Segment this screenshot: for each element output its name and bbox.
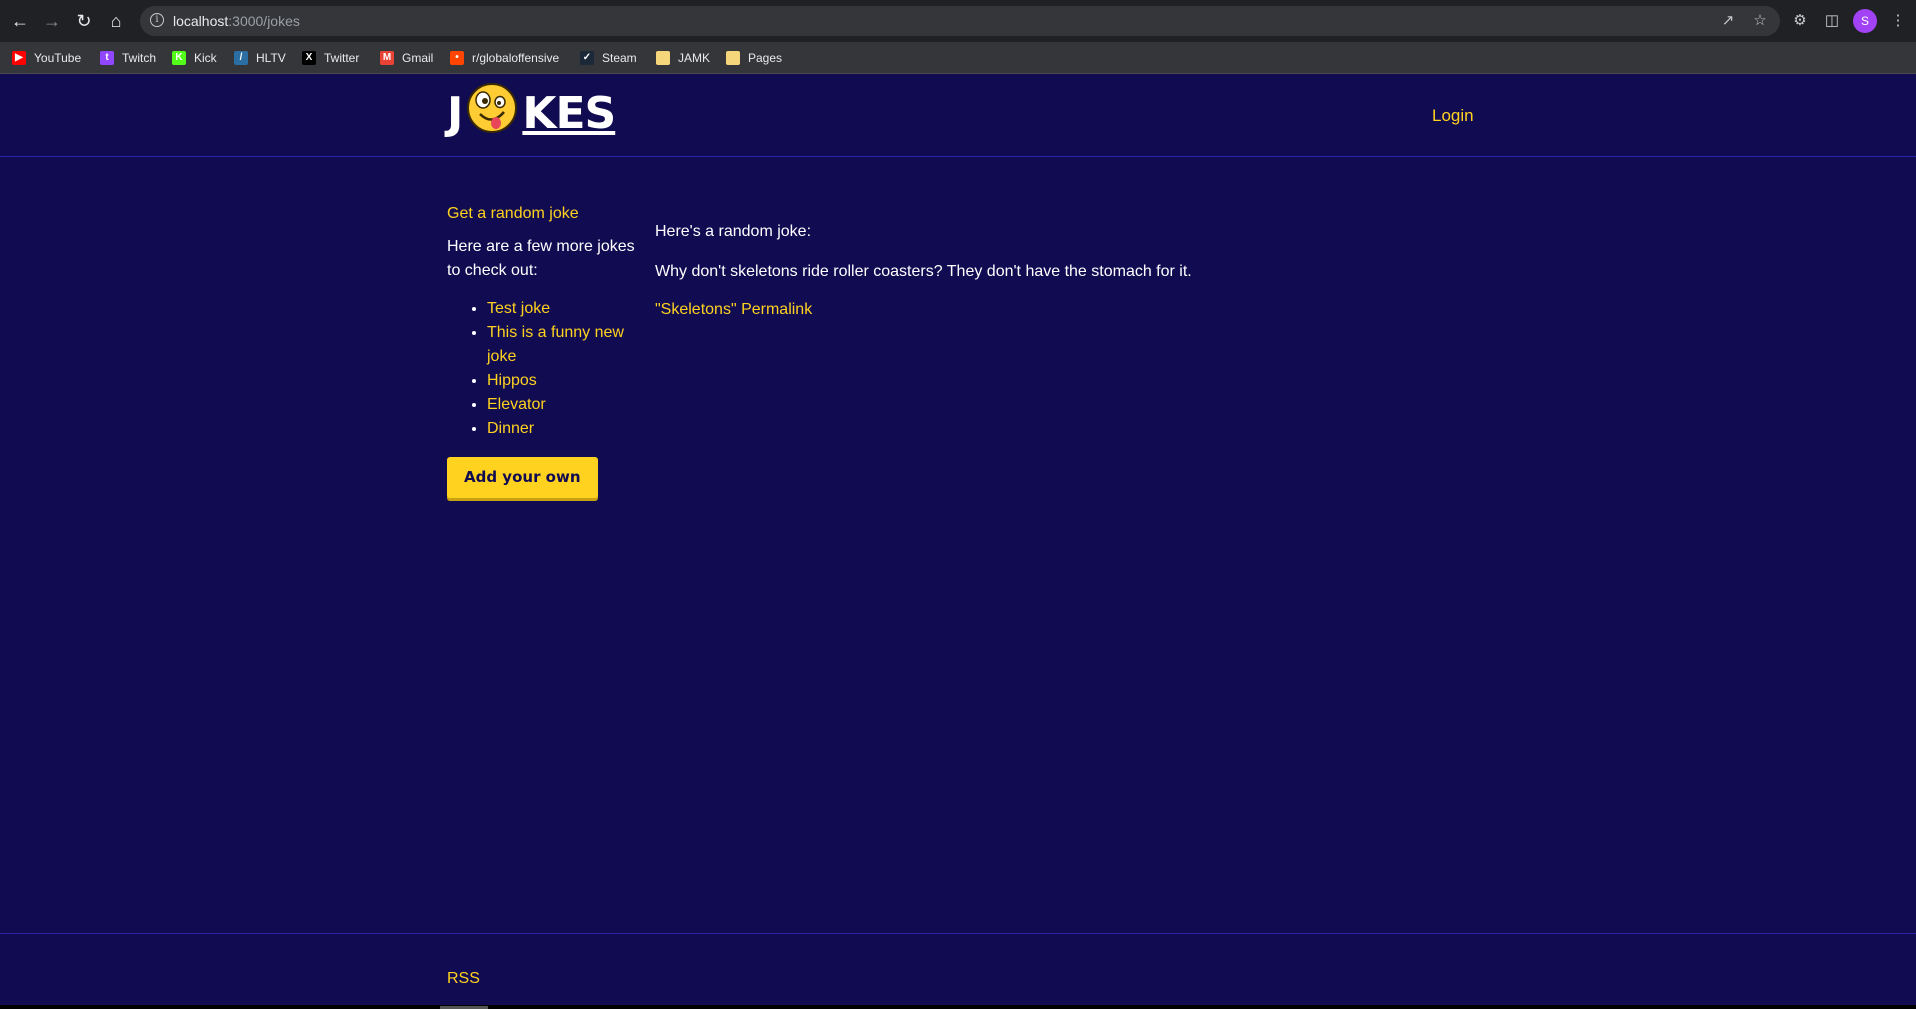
list-item: Hippos — [487, 369, 637, 393]
zany-face-icon — [466, 82, 518, 145]
joke-link[interactable]: Dinner — [487, 420, 534, 437]
bookmark-item[interactable]: K Kick — [172, 49, 217, 67]
bookmark-label: YouTube — [34, 51, 82, 65]
bookmark-item[interactable]: JAMK — [656, 49, 710, 67]
bookmark-item[interactable]: ▶ YouTube — [12, 49, 81, 67]
profile-avatar[interactable]: S — [1853, 9, 1877, 33]
list-item: This is a funny new joke — [487, 321, 637, 369]
bookmark-item[interactable]: t Twitch — [100, 49, 156, 67]
joke-link[interactable]: This is a funny new joke — [487, 324, 624, 365]
joke-link[interactable]: Test joke — [487, 300, 550, 317]
list-item: Elevator — [487, 393, 637, 417]
browser-toolbar: ← → ↻ ⌂ i localhost:3000/jokes ↗ ☆ ⚙ ◫ S… — [0, 0, 1916, 42]
site-info-icon[interactable]: i — [150, 13, 164, 27]
logo-letter-j: J — [447, 87, 463, 139]
joke-link[interactable]: Elevator — [487, 396, 546, 413]
sidebar-intro: Here are a few more jokes to check out: — [447, 238, 635, 279]
joke-permalink[interactable]: "Skeletons" Permalink — [655, 301, 812, 318]
back-arrow-icon[interactable]: ← — [8, 9, 32, 33]
bookmark-item[interactable]: X Twitter — [302, 49, 359, 67]
reload-icon[interactable]: ↻ — [72, 9, 96, 33]
twitch-icon: t — [100, 51, 114, 65]
joke-link[interactable]: Hippos — [487, 372, 537, 389]
menu-kebab-icon[interactable]: ⋮ — [1886, 9, 1910, 33]
horizontal-scrollbar[interactable] — [0, 1005, 1916, 1009]
bookmarks-bar: ▶ YouTube t Twitch K Kick / HLTV X Twitter M Gmail •… — [0, 42, 1916, 74]
bookmark-label: Steam — [602, 51, 637, 65]
bookmark-label: r/globaloffensive — [472, 51, 560, 65]
forward-arrow-icon[interactable]: → — [40, 9, 64, 33]
jokes-list: Test joke This is a funny new joke Hippo… — [447, 297, 637, 441]
address-bar[interactable]: i localhost:3000/jokes — [140, 6, 1780, 36]
bookmark-label: Twitch — [122, 51, 157, 65]
extensions-icon[interactable]: ⚙ — [1788, 9, 1812, 33]
hltv-icon: / — [234, 51, 248, 65]
joke-content: Here's a random joke: Why don't skeleton… — [655, 221, 1455, 319]
list-item: Test joke — [487, 297, 637, 321]
reddit-icon: • — [450, 51, 464, 65]
bookmark-item[interactable]: Pages — [726, 49, 782, 67]
rss-link[interactable]: RSS — [447, 970, 480, 988]
bookmark-star-icon[interactable]: ☆ — [1748, 9, 1772, 33]
random-joke-heading: Here's a random joke: — [655, 223, 812, 240]
list-item: Dinner — [487, 417, 637, 441]
x-icon: X — [302, 51, 316, 65]
logo-letters-kes: KES — [522, 87, 616, 139]
bookmark-item[interactable]: M Gmail — [380, 49, 433, 67]
bookmark-item[interactable]: ✓ Steam — [580, 49, 637, 67]
youtube-icon: ▶ — [12, 51, 26, 65]
add-joke-button[interactable]: Add your own — [447, 457, 598, 498]
joke-text: Why don't skeletons ride roller coasters… — [655, 263, 1192, 280]
bookmark-label: Kick — [194, 51, 217, 65]
folder-icon — [726, 51, 740, 65]
bookmark-item[interactable]: • r/globaloffensive — [450, 49, 559, 67]
random-joke-link[interactable]: Get a random joke — [447, 205, 579, 222]
gmail-icon: M — [380, 51, 394, 65]
side-panel-icon[interactable]: ◫ — [1820, 9, 1844, 33]
jokes-logo[interactable]: J KES — [447, 82, 616, 140]
site-footer: RSS — [0, 933, 1916, 1009]
bookmark-item[interactable]: / HLTV — [234, 49, 286, 67]
jokes-sidebar: Get a random joke Here are a few more jo… — [447, 205, 637, 498]
home-icon[interactable]: ⌂ — [104, 9, 128, 33]
bookmark-label: HLTV — [256, 51, 286, 65]
share-icon[interactable]: ↗ — [1716, 9, 1740, 33]
login-link[interactable]: Login — [1432, 106, 1474, 126]
steam-icon: ✓ — [580, 51, 594, 65]
bookmark-label: Pages — [748, 51, 783, 65]
kick-icon: K — [172, 51, 186, 65]
url-text[interactable]: localhost:3000/jokes — [173, 13, 300, 29]
bookmark-label: JAMK — [678, 51, 711, 65]
bookmark-label: Twitter — [324, 51, 360, 65]
site-header: J KES Login — [0, 74, 1916, 157]
folder-icon — [656, 51, 670, 65]
bookmark-label: Gmail — [402, 51, 434, 65]
